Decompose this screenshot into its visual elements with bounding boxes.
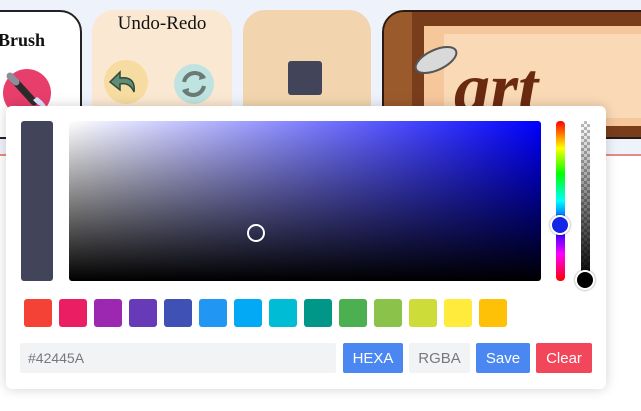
- undo-redo-title: Undo-Redo: [117, 13, 207, 34]
- brush-title: Brush: [0, 30, 46, 50]
- saturation-value-palette[interactable]: [69, 121, 541, 281]
- hexa-mode-button[interactable]: HEXA: [343, 343, 403, 373]
- color-swatch[interactable]: [409, 299, 437, 327]
- color-swatch[interactable]: [479, 299, 507, 327]
- undo-icon[interactable]: [100, 56, 152, 108]
- rgba-mode-button[interactable]: RGBA: [409, 343, 470, 373]
- color-swatch[interactable]: [339, 299, 367, 327]
- color-swatch[interactable]: [304, 299, 332, 327]
- opacity-slider-handle[interactable]: [575, 270, 595, 290]
- color-picker-popup: HEXA RGBA Save Clear: [6, 106, 606, 389]
- color-swatch[interactable]: [59, 299, 87, 327]
- hue-slider-handle[interactable]: [550, 215, 570, 235]
- picker-controls: HEXA RGBA Save Clear: [20, 343, 592, 373]
- save-button[interactable]: Save: [476, 343, 530, 373]
- color-swatch[interactable]: [24, 299, 52, 327]
- color-swatch[interactable]: [199, 299, 227, 327]
- color-swatch[interactable]: [129, 299, 157, 327]
- opacity-slider[interactable]: [581, 121, 590, 281]
- hue-slider[interactable]: [556, 121, 565, 281]
- color-preview: [21, 121, 53, 281]
- color-swatch[interactable]: [374, 299, 402, 327]
- swatch-row: [24, 299, 507, 327]
- palette-cursor[interactable]: [247, 224, 265, 242]
- current-color-swatch[interactable]: [288, 61, 322, 95]
- color-swatch[interactable]: [444, 299, 472, 327]
- color-swatch[interactable]: [234, 299, 262, 327]
- hex-value-input[interactable]: [20, 343, 336, 373]
- redo-icon[interactable]: [170, 60, 218, 108]
- clear-button[interactable]: Clear: [536, 343, 592, 373]
- color-swatch[interactable]: [164, 299, 192, 327]
- color-swatch[interactable]: [94, 299, 122, 327]
- color-swatch[interactable]: [269, 299, 297, 327]
